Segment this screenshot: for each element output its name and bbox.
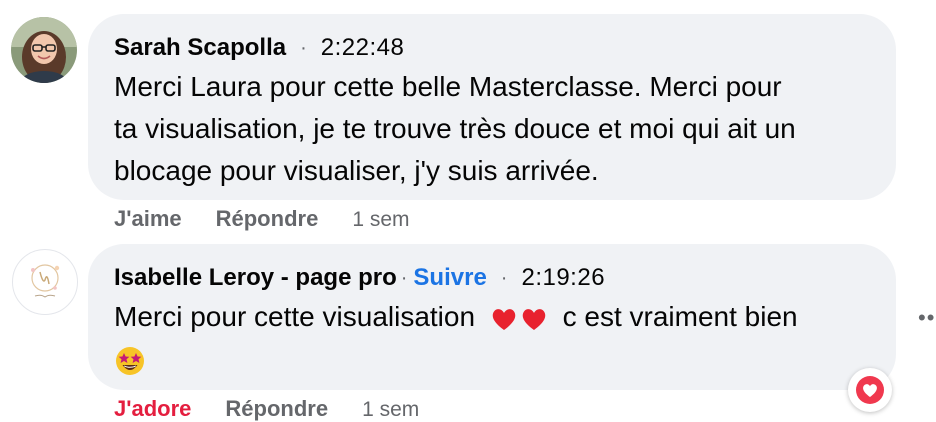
comment-text-part: Merci pour cette visualisation <box>114 301 476 332</box>
comment-text-part: c est vraiment bien <box>562 301 798 332</box>
comment-text-line: blocage pour visualiser, j'y suis arrivé… <box>114 155 599 186</box>
comment-text-line <box>114 338 798 380</box>
red-heart-icon <box>522 308 546 330</box>
reply-button[interactable]: Répondre <box>216 206 319 232</box>
comment-age[interactable]: 1 sem <box>362 398 419 422</box>
follow-button[interactable]: Suivre <box>413 264 486 292</box>
more-options-button[interactable]: •• <box>918 307 935 329</box>
like-button[interactable]: J'aime <box>114 206 182 232</box>
separator: · <box>300 36 307 59</box>
comment-age[interactable]: 1 sem <box>352 208 409 232</box>
comment-text: Merci pour cette visualisation c est vra… <box>114 296 798 380</box>
comment-actions: J'adore Répondre 1 sem <box>114 396 419 422</box>
love-reaction-icon <box>856 376 884 404</box>
red-heart-icon <box>492 308 516 330</box>
love-button[interactable]: J'adore <box>114 396 191 422</box>
author-name[interactable]: Isabelle Leroy - page pro <box>114 264 397 292</box>
logo-icon <box>31 264 60 298</box>
separator: · <box>500 266 508 289</box>
author-name[interactable]: Sarah Scapolla <box>114 34 286 62</box>
timestamp-link[interactable]: 2:22:48 <box>321 34 405 62</box>
comment-actions: J'aime Répondre 1 sem <box>114 206 410 232</box>
love-reaction-badge[interactable] <box>848 368 892 412</box>
comment-text-line: ta visualisation, je te trouve très douc… <box>114 113 796 144</box>
comment-text-line: Merci Laura pour cette belle Masterclass… <box>114 71 782 102</box>
comment-text: Merci Laura pour cette belle Masterclass… <box>114 66 796 192</box>
avatar-isabelle-leroy[interactable] <box>12 249 78 315</box>
comment-header: Sarah Scapolla · 2:22:48 <box>114 34 404 62</box>
reply-button[interactable]: Répondre <box>225 396 328 422</box>
avatar-sarah-scapolla[interactable] <box>11 17 77 83</box>
star-struck-icon <box>116 346 144 375</box>
avatar-photo <box>11 17 77 83</box>
timestamp-link[interactable]: 2:19:26 <box>521 264 605 292</box>
comment-header: Isabelle Leroy - page pro · Suivre · 2:1… <box>114 264 605 292</box>
comment-text-line: Merci pour cette visualisation c est vra… <box>114 296 798 338</box>
separator: · <box>400 266 408 289</box>
